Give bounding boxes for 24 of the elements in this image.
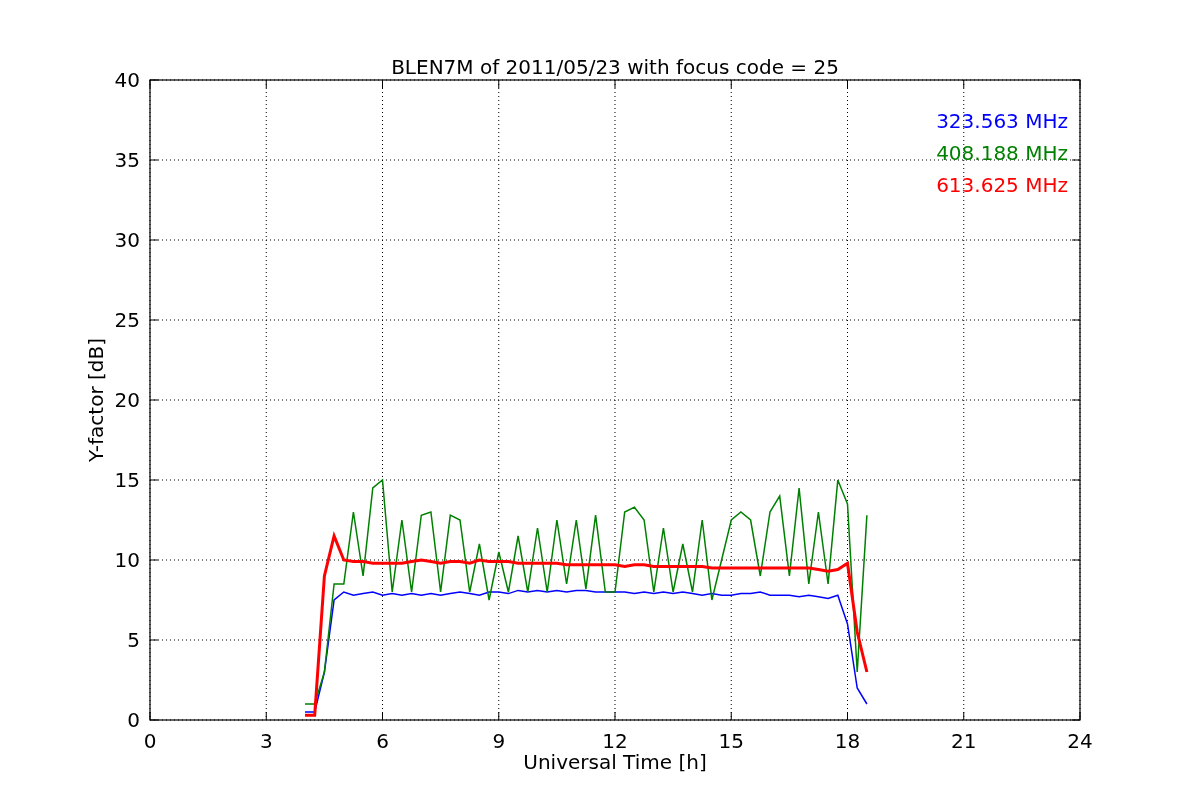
y-tick-label: 35 <box>114 148 140 172</box>
y-axis-label: Y-factor [dB] <box>84 338 108 462</box>
x-tick-label: 15 <box>718 729 744 753</box>
legend-label: 408.188 MHz <box>936 141 1068 165</box>
y-tick-label: 30 <box>114 228 140 252</box>
legend-label: 613.625 MHz <box>936 173 1068 197</box>
legend-label: 323.563 MHz <box>936 109 1068 133</box>
x-tick-label: 9 <box>492 729 506 753</box>
x-tick-label: 3 <box>259 729 273 753</box>
x-tick-label: 24 <box>1067 729 1093 753</box>
y-tick-label: 15 <box>114 468 140 492</box>
y-tick-label: 0 <box>127 708 140 732</box>
x-tick-label: 12 <box>602 729 628 753</box>
x-axis-label: Universal Time [h] <box>523 750 707 774</box>
y-tick-label: 40 <box>114 68 140 92</box>
chart-title: BLEN7M of 2011/05/23 with focus code = 25 <box>391 55 839 79</box>
y-tick-label: 25 <box>114 308 140 332</box>
x-tick-label: 6 <box>376 729 389 753</box>
x-tick-label: 18 <box>834 729 861 753</box>
x-tick-label: 0 <box>143 729 157 753</box>
x-tick-label: 21 <box>951 729 977 753</box>
y-tick-label: 10 <box>114 548 140 572</box>
y-tick-label: 5 <box>127 628 140 652</box>
y-tick-label: 20 <box>114 388 140 412</box>
